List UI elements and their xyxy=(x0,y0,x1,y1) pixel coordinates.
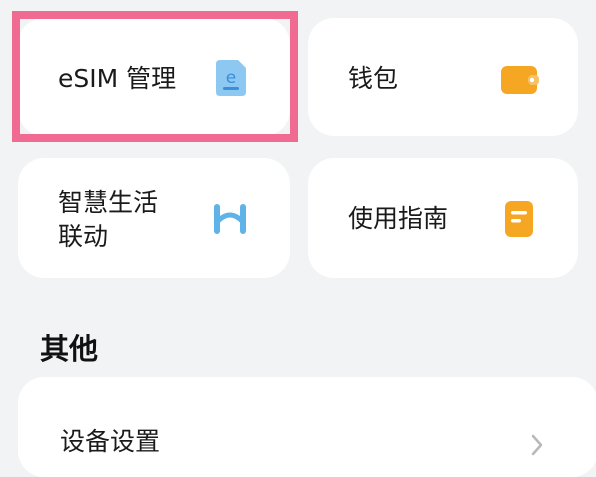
guide-doc-icon xyxy=(504,200,534,242)
wallet-card[interactable]: 钱包 xyxy=(308,18,578,136)
section-title-other: 其他 xyxy=(40,332,99,366)
esim-management-card[interactable]: eSIM 管理 e xyxy=(18,18,290,136)
wallet-label: 钱包 xyxy=(348,64,399,93)
chevron-right-icon xyxy=(530,433,544,461)
device-settings-label: 设备设置 xyxy=(60,427,161,456)
smart-life-label-line2: 联动 xyxy=(58,222,109,251)
smart-life-link-icon xyxy=(212,202,248,240)
user-guide-card[interactable]: 使用指南 xyxy=(308,158,578,278)
wallet-icon xyxy=(500,64,540,100)
user-guide-label: 使用指南 xyxy=(348,204,449,233)
svg-text:e: e xyxy=(226,68,236,88)
esim-card-icon: e xyxy=(214,58,248,102)
esim-management-label: eSIM 管理 xyxy=(58,64,177,93)
smart-life-label-line1: 智慧生活 xyxy=(58,188,159,217)
device-settings-card[interactable]: 设备设置 xyxy=(18,377,596,477)
smart-life-card[interactable]: 智慧生活 联动 xyxy=(18,158,290,278)
